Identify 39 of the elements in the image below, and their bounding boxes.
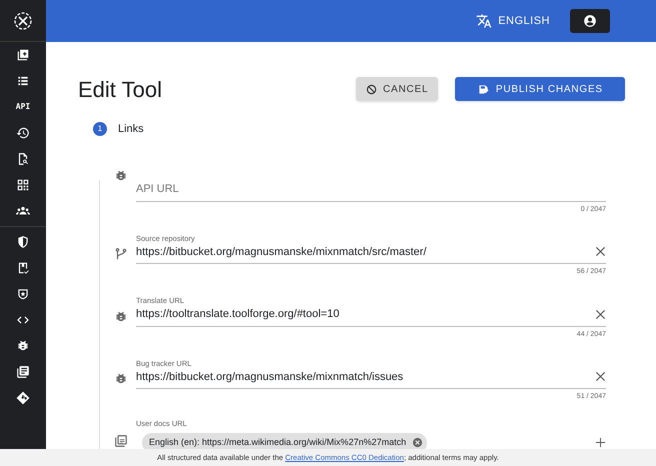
account-button[interactable] <box>570 9 610 33</box>
diamond-icon[interactable] <box>16 391 30 405</box>
bug-icon <box>114 310 128 324</box>
folder-plus-icon[interactable] <box>16 48 30 62</box>
remove-icon[interactable] <box>412 437 424 448</box>
qr-code-icon[interactable] <box>16 178 30 192</box>
history-icon[interactable] <box>16 126 30 140</box>
page-title: Edit Tool <box>78 76 163 104</box>
add-icon[interactable] <box>595 437 606 448</box>
list-icon[interactable] <box>16 74 30 88</box>
bookmark-check-icon[interactable] <box>16 261 30 275</box>
step-label: Links <box>118 122 144 137</box>
cancel-icon <box>366 84 377 94</box>
documents-icon <box>114 434 128 448</box>
field-placeholder: API URL <box>136 182 179 197</box>
language-button[interactable]: ENGLISH <box>498 12 550 30</box>
branch-icon <box>114 247 128 261</box>
bug-icon <box>114 372 128 386</box>
document-search-icon[interactable] <box>16 152 30 166</box>
clear-icon[interactable] <box>595 371 606 382</box>
clear-icon[interactable] <box>595 308 606 320</box>
url-chip[interactable]: English (en): https://meta.wikimedia.org/wiki/Mix%27n%27match <box>142 432 428 449</box>
publish-button[interactable]: PUBLISH CHANGES <box>455 77 626 101</box>
user-icon <box>583 14 597 28</box>
field-value: https://tooltranslate.toolforge.org/#tool=10 <box>136 307 340 322</box>
save-icon <box>478 84 489 94</box>
shield-icon[interactable] <box>16 235 30 249</box>
translate-icon <box>476 13 492 29</box>
cancel-button[interactable]: CANCEL <box>356 77 438 101</box>
field-value: https://bitbucket.org/magnusmanske/mixnmatch/issues <box>136 370 404 384</box>
bug-icon[interactable] <box>16 339 30 353</box>
clear-icon[interactable] <box>595 246 606 258</box>
step-number: 1 <box>93 122 107 136</box>
api-nav-item[interactable]: API <box>16 101 30 113</box>
field-value: https://bitbucket.org/magnusmanske/mixnmatch/src/master/ <box>136 244 426 260</box>
documents-icon[interactable] <box>16 365 30 379</box>
bug-icon <box>114 168 128 182</box>
url-field[interactable]: API URL <box>136 168 606 202</box>
badge-star-icon[interactable] <box>16 287 30 301</box>
